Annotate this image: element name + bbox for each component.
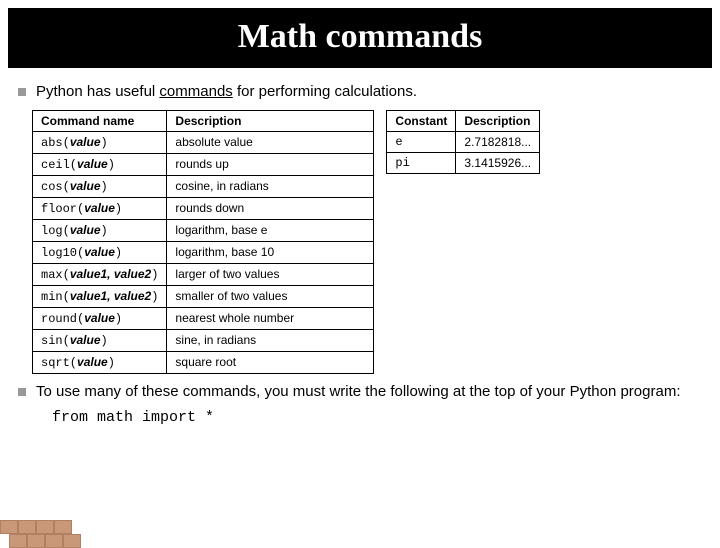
table-row: min(value1, value2) smaller of two values [33,285,374,307]
cmd-post: ) [101,136,108,150]
cmd-args: value [77,355,108,369]
brick-decoration [0,520,72,548]
cmd-args: value [70,135,101,149]
bullet-icon [18,88,26,96]
cmd-pre: max( [41,268,70,282]
slide-content: Python has useful commands for performin… [0,68,720,426]
cmd-desc: sine, in radians [167,329,374,351]
table-row: max(value1, value2) larger of two values [33,263,374,285]
header-constant: Constant [387,110,456,131]
table-row: e2.7182818... [387,131,540,152]
intro-bullet: Python has useful commands for performin… [14,82,706,102]
const-desc: 3.1415926... [456,152,540,173]
header-command-name: Command name [33,110,167,131]
table-row: abs(value) absolute value [33,131,374,153]
cmd-pre: ceil( [41,158,77,172]
cmd-desc: rounds up [167,153,374,175]
cmd-args: value [70,223,101,237]
cmd-post: ) [115,312,122,326]
table-row: sin(value) sine, in radians [33,329,374,351]
cmd-post: ) [101,334,108,348]
cmd-pre: sin( [41,334,70,348]
cmd-args: value [70,333,101,347]
cmd-desc: cosine, in radians [167,175,374,197]
cmd-args: value [84,311,115,325]
cmd-pre: sqrt( [41,356,77,370]
cmd-pre: floor( [41,202,84,216]
header-description: Description [167,110,374,131]
intro-post: for performing calculations. [233,83,417,100]
cmd-args: value [84,201,115,215]
cmd-pre: cos( [41,180,70,194]
cmd-pre: round( [41,312,84,326]
cmd-args: value1, value2 [70,267,151,281]
cmd-post: ) [108,356,115,370]
cmd-post: ) [151,268,158,282]
intro-pre: Python has useful [36,83,159,100]
intro-text: Python has useful commands for performin… [36,82,417,102]
commands-table: Command name Description abs(value)absol… [32,110,374,374]
table-row: floor(value) rounds down [33,197,374,219]
outro-bullet: To use many of these commands, you must … [14,382,706,402]
cmd-pre: abs( [41,136,70,150]
table-row: pi3.1415926... [387,152,540,173]
cmd-args: value [84,245,115,259]
table-row: cos(value) cosine, in radians [33,175,374,197]
const-name: pi [387,152,456,173]
cmd-desc: nearest whole number [167,307,374,329]
cmd-pre: min( [41,290,70,304]
cmd-desc: logarithm, base e [167,219,374,241]
table-row: sqrt(value) square root [33,351,374,373]
table-header-row: Command name Description [33,110,374,131]
cmd-post: ) [151,290,158,304]
bullet-icon [18,388,26,396]
cmd-args: value [77,157,108,171]
intro-underlined: commands [159,83,232,100]
header-description: Description [456,110,540,131]
cmd-pre: log10( [41,246,84,260]
cmd-desc: larger of two values [167,263,374,285]
cmd-post: ) [101,180,108,194]
table-header-row: Constant Description [387,110,540,131]
cmd-desc: logarithm, base 10 [167,241,374,263]
constants-table: Constant Description e2.7182818... pi3.1… [386,110,540,174]
cmd-post: ) [101,224,108,238]
tables-row: Command name Description abs(value)absol… [32,110,700,374]
cmd-post: ) [115,246,122,260]
cmd-desc: rounds down [167,197,374,219]
const-name: e [387,131,456,152]
cmd-desc: smaller of two values [167,285,374,307]
table-row: ceil(value) rounds up [33,153,374,175]
code-line: from math import * [52,409,706,426]
table-row: log10(value) logarithm, base 10 [33,241,374,263]
cmd-post: ) [108,158,115,172]
cmd-args: value [70,179,101,193]
cmd-args: value1, value2 [70,289,151,303]
outro-text: To use many of these commands, you must … [36,382,681,402]
slide-title: Math commands [8,8,712,68]
cmd-desc: absolute value [167,131,374,153]
cmd-post: ) [115,202,122,216]
table-row: log(value) logarithm, base e [33,219,374,241]
cmd-desc: square root [167,351,374,373]
cmd-pre: log( [41,224,70,238]
table-row: round(value) nearest whole number [33,307,374,329]
const-desc: 2.7182818... [456,131,540,152]
